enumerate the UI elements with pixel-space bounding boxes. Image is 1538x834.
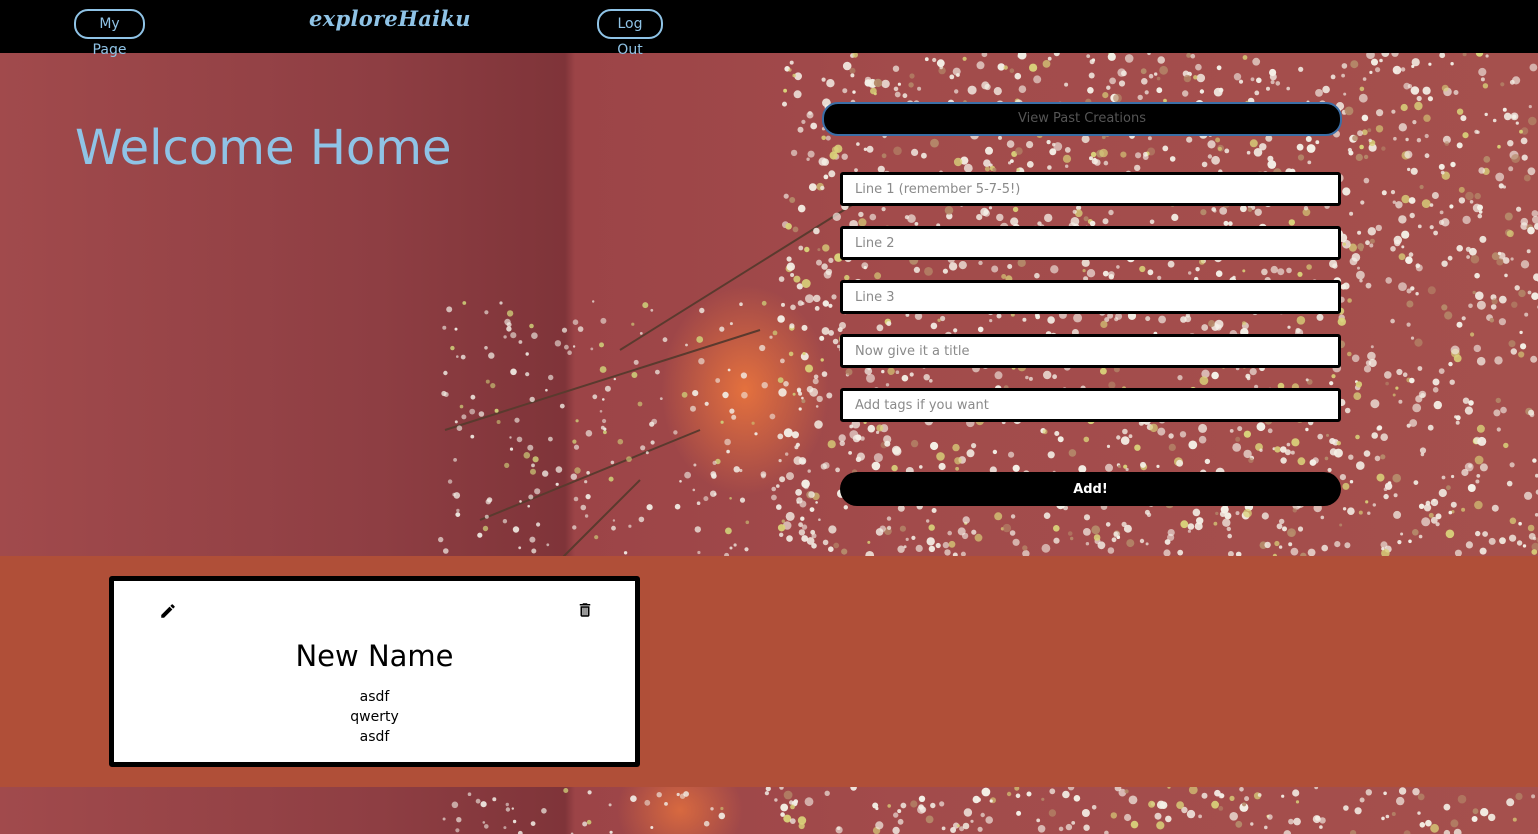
haiku-lines: asdf qwerty asdf [114, 687, 635, 747]
page-title: Welcome Home [75, 120, 452, 176]
line2-input[interactable] [840, 226, 1341, 260]
line1-input[interactable] [840, 172, 1341, 206]
view-past-creations-button[interactable]: View Past Creations [822, 102, 1342, 136]
my-page-button[interactable]: My Page [74, 9, 145, 58]
haiku-title: New Name [295, 639, 454, 673]
log-out-button[interactable]: Log Out [597, 9, 663, 58]
haiku-line-1: asdf [359, 689, 390, 705]
add-button[interactable]: Add! [840, 472, 1341, 506]
trash-icon[interactable] [576, 600, 594, 620]
haiku-line-2: qwerty [350, 709, 399, 725]
title-input[interactable] [840, 334, 1341, 368]
haiku-card: New Name asdf qwerty asdf [109, 576, 640, 767]
haiku-line-3: asdf [359, 729, 390, 745]
top-navbar: My Page exploreHaiku Log Out [0, 0, 1538, 58]
brand-logo[interactable]: exploreHaiku [309, 6, 471, 31]
pencil-icon[interactable] [159, 602, 177, 620]
line3-input[interactable] [840, 280, 1341, 314]
tags-input[interactable] [840, 388, 1341, 422]
